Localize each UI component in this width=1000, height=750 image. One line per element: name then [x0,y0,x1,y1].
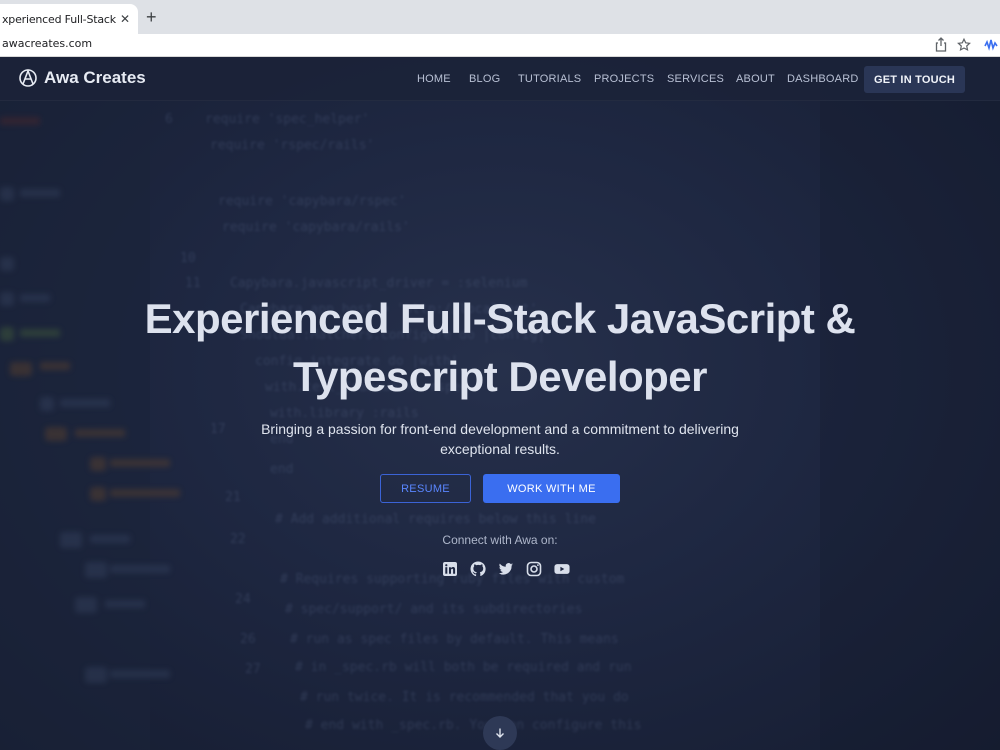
resume-button[interactable]: RESUME [380,474,471,503]
hero-subtitle: Bringing a passion for front-end develop… [261,421,739,457]
brand-name: Awa Creates [44,68,146,87]
svg-text:# end with _spec.rb. You can c: # end with _spec.rb. You can configure t… [305,718,642,733]
nav-link-tutorials[interactable]: TUTORIALS [518,73,581,85]
address-bar[interactable]: awacreates.com [0,34,1000,57]
share-icon[interactable] [934,37,948,53]
nav-link-projects[interactable]: PROJECTS [594,73,654,85]
extension-icon[interactable] [984,37,1000,53]
svg-text:# in _spec.rb will both be req: # in _spec.rb will both be required and … [295,660,632,675]
new-tab-button[interactable]: + [146,7,157,27]
svg-text:require 'capybara/rspec': require 'capybara/rspec' [218,194,406,209]
svg-text:# run as spec files by default: # run as spec files by default. This mea… [290,632,619,647]
svg-text:# run twice. It is recommended: # run twice. It is recommended that you … [300,690,629,705]
svg-text:10: 10 [180,251,196,266]
hero-title-line-1: Experienced Full-Stack JavaScript & [144,295,856,342]
svg-text:require 'rspec/rails': require 'rspec/rails' [210,138,374,153]
arrow-down-icon [496,728,504,738]
brand-link[interactable]: Awa Creates [18,68,146,88]
svg-text:24: 24 [235,592,251,607]
nav-link-home[interactable]: HOME [417,73,451,85]
connect-label: Connect with Awa on: [442,533,558,547]
svg-text:require 'spec_helper': require 'spec_helper' [205,112,369,127]
work-with-me-button[interactable]: WORK WITH ME [483,474,620,503]
svg-text:end: end [270,462,293,477]
nav-link-services[interactable]: SERVICES [667,73,724,85]
star-icon[interactable] [957,37,971,53]
svg-text:# spec/support/ and its subdir: # spec/support/ and its subdirectories [285,602,582,617]
svg-text:27: 27 [245,662,261,677]
tab-title: xperienced Full-Stack JavaSc [2,12,118,26]
nav-link-dashboard[interactable]: DASHBOARD [787,73,858,85]
svg-text:17: 17 [210,422,226,437]
svg-text:26: 26 [240,632,256,647]
hero-title-line-2: Typescript Developer [292,353,708,400]
nav-link-about[interactable]: ABOUT [736,73,775,85]
awa-logo-icon [19,68,37,87]
nav-link-blog[interactable]: BLOG [469,73,500,85]
youtube-icon[interactable] [554,561,570,577]
svg-text:require 'capybara/rails': require 'capybara/rails' [222,220,410,235]
site-navbar: Awa Creates HOME BLOG TUTORIALS PROJECTS… [0,57,1000,101]
github-icon[interactable] [470,561,486,577]
svg-text:# Add additional requires belo: # Add additional requires below this lin… [275,512,596,527]
browser-tab-bar: xperienced Full-Stack JavaSc ✕ + [0,0,1000,34]
svg-text:6: 6 [165,112,173,127]
get-in-touch-button[interactable]: GET IN TOUCH [864,66,965,93]
browser-tab[interactable]: xperienced Full-Stack JavaSc ✕ [0,4,138,34]
social-links [442,560,570,578]
url-text[interactable]: awacreates.com [2,37,92,50]
svg-text:11: 11 [185,276,201,291]
svg-text:Capybara.javascript_driver = :: Capybara.javascript_driver = :selenium [230,276,528,291]
tab-close-icon[interactable]: ✕ [120,11,130,27]
svg-text:21: 21 [225,490,241,505]
hero-title: Experienced Full-Stack JavaScript & Type… [0,290,1000,406]
linkedin-icon[interactable] [442,561,458,577]
page: 6 require 'spec_helper' require 'rspec/r… [0,57,1000,750]
twitter-icon[interactable] [498,561,514,577]
instagram-icon[interactable] [526,561,542,577]
scroll-down-button[interactable] [483,716,517,750]
